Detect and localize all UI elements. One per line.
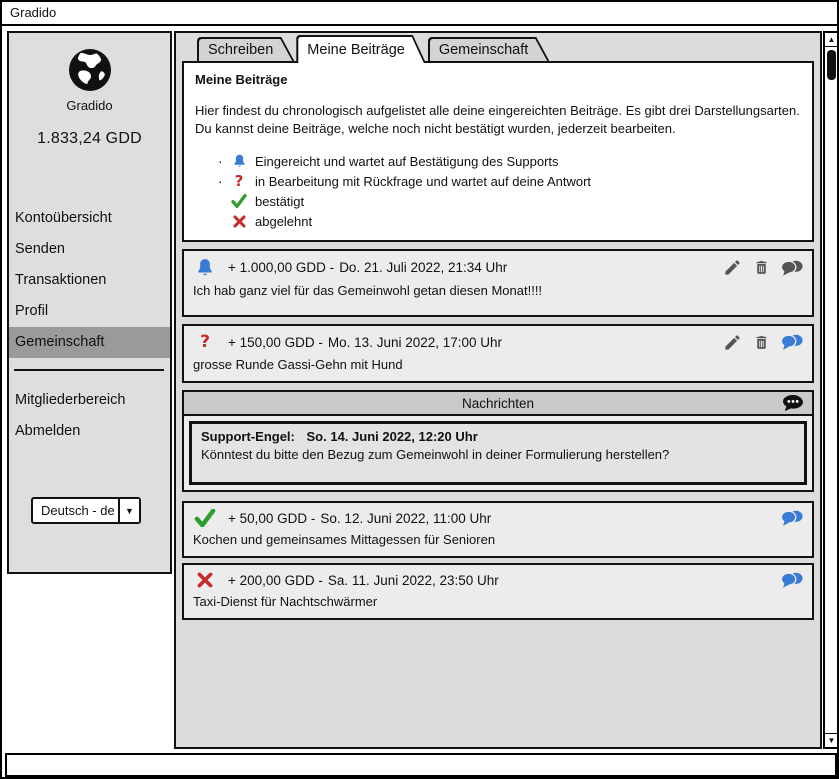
language-select[interactable]: Deutsch - de ▼ xyxy=(31,497,141,524)
sidebar-item-kontouebersicht[interactable]: Kontoübersicht xyxy=(9,203,170,234)
chat-icon[interactable] xyxy=(781,571,803,589)
entry-description: Ich hab ganz viel für das Gemeinwohl get… xyxy=(184,279,812,315)
chevron-down-icon: ▼ xyxy=(125,506,134,516)
question-icon: ? xyxy=(228,172,250,190)
sidebar-item-gemeinschaft[interactable]: Gemeinschaft xyxy=(9,327,170,358)
legend-item-eingereicht: · Eingereicht und wartet auf Bestätigung… xyxy=(218,151,801,171)
main-panel: Schreiben Meine Beiträge Gemeinschaft Me… xyxy=(174,31,822,749)
contribution-entry: + 1.000,00 GDD - Do. 21. Juli 2022, 21:34… xyxy=(182,249,814,317)
language-select-arrow-button[interactable]: ▼ xyxy=(118,499,139,522)
entry-date: Do. 21. Juli 2022, 21:34 Uhr xyxy=(339,260,507,275)
logo-label: Gradido xyxy=(9,98,170,113)
delete-icon[interactable] xyxy=(753,333,770,352)
window-title: Gradido xyxy=(10,5,56,20)
window-titlebar: Gradido xyxy=(2,2,837,26)
page-title: Meine Beiträge xyxy=(195,72,801,87)
entry-date: Mo. 13. Juni 2022, 17:00 Uhr xyxy=(328,335,502,350)
sidebar-item-transaktionen[interactable]: Transaktionen xyxy=(9,265,170,296)
check-icon xyxy=(228,194,250,208)
cross-icon xyxy=(193,572,217,588)
contribution-entry: ? + 150,00 GDD - Mo. 13. Juni 2022, 17:00… xyxy=(182,324,814,383)
message-text: Könntest du bitte den Bezug zum Gemeinwo… xyxy=(201,447,795,462)
logo xyxy=(9,33,170,94)
entry-description: grosse Runde Gassi-Gehn mit Hund xyxy=(184,353,812,381)
legend-item-bestaetigt: bestätigt xyxy=(218,191,801,211)
sidebar-item-abmelden[interactable]: Abmelden xyxy=(9,416,170,447)
language-select-value: Deutsch - de xyxy=(33,499,118,522)
edit-icon[interactable] xyxy=(723,258,742,277)
entry-amount: + 150,00 GDD - xyxy=(228,335,323,350)
message-sender: Support-Engel: xyxy=(201,429,295,444)
entry-amount: + 50,00 GDD - xyxy=(228,511,315,526)
contribution-entry: + 200,00 GDD - Sa. 11. Juni 2022, 23:50 U… xyxy=(182,563,814,620)
chat-icon[interactable] xyxy=(781,333,803,351)
edit-icon[interactable] xyxy=(723,333,742,352)
sidebar-item-profil[interactable]: Profil xyxy=(9,296,170,327)
status-bar xyxy=(5,753,837,777)
question-icon: ? xyxy=(193,332,217,352)
message-bubble-icon[interactable] xyxy=(781,394,805,413)
sidebar: Gradido 1.833,24 GDD Kontoübersicht Send… xyxy=(7,31,172,574)
entry-date: Sa. 11. Juni 2022, 23:50 Uhr xyxy=(328,573,499,588)
sidebar-secondary-nav: Mitgliederbereich Abmelden xyxy=(9,385,170,447)
chat-icon[interactable] xyxy=(781,259,803,277)
scroll-up-button[interactable]: ▲ xyxy=(825,33,838,47)
entry-description: Taxi-Dienst für Nachtschwärmer xyxy=(184,590,812,618)
tab-bar: Schreiben Meine Beiträge Gemeinschaft xyxy=(176,33,820,61)
legend-item-rueckfrage: · ? in Bearbeitung mit Rückfrage und war… xyxy=(218,171,801,191)
tab-gemeinschaft[interactable]: Gemeinschaft xyxy=(428,37,549,61)
account-balance: 1.833,24 GDD xyxy=(9,130,170,148)
intro-panel: Meine Beiträge Hier findest du chronolog… xyxy=(182,61,814,242)
bell-icon xyxy=(193,257,217,278)
sidebar-item-senden[interactable]: Senden xyxy=(9,234,170,265)
triangle-up-icon: ▲ xyxy=(828,36,836,44)
triangle-down-icon: ▼ xyxy=(828,737,836,745)
scrollbar-thumb[interactable] xyxy=(827,50,836,80)
bell-icon xyxy=(228,153,250,169)
message-date: So. 14. Juni 2022, 12:20 Uhr xyxy=(307,429,478,444)
sidebar-nav: Kontoübersicht Senden Transaktionen Prof… xyxy=(9,203,170,358)
sidebar-item-mitgliederbereich[interactable]: Mitgliederbereich xyxy=(9,385,170,416)
chat-icon[interactable] xyxy=(781,509,803,527)
tab-meine-beitraege[interactable]: Meine Beiträge xyxy=(296,35,426,63)
tab-schreiben[interactable]: Schreiben xyxy=(197,37,294,61)
entry-amount: + 1.000,00 GDD - xyxy=(228,260,334,275)
check-icon xyxy=(193,509,217,527)
entry-amount: + 200,00 GDD - xyxy=(228,573,323,588)
intro-description: Hier findest du chronologisch aufgeliste… xyxy=(195,102,801,137)
status-legend: · Eingereicht und wartet auf Bestätigung… xyxy=(218,151,801,231)
cross-icon xyxy=(228,215,250,228)
legend-item-abgelehnt: abgelehnt xyxy=(218,211,801,231)
app-window: Gradido Gradido 1.833,24 GDD Kontoübersi… xyxy=(0,0,839,779)
message-card: Support-Engel: So. 14. Juni 2022, 12:20 … xyxy=(189,421,807,485)
contribution-entry: + 50,00 GDD - So. 12. Juni 2022, 11:00 Uh… xyxy=(182,501,814,558)
delete-icon[interactable] xyxy=(753,258,770,277)
messages-panel: Nachrichten Support-Engel: So. 14. Juni … xyxy=(182,390,814,492)
globe-icon xyxy=(66,46,114,94)
entry-date: So. 12. Juni 2022, 11:00 Uhr xyxy=(320,511,491,526)
sidebar-divider xyxy=(14,369,164,371)
entry-description: Kochen und gemeinsames Mittagessen für S… xyxy=(184,528,812,556)
messages-header: Nachrichten xyxy=(184,392,812,416)
vertical-scrollbar[interactable]: ▲ ▼ xyxy=(823,31,839,749)
scroll-down-button[interactable]: ▼ xyxy=(825,733,838,747)
